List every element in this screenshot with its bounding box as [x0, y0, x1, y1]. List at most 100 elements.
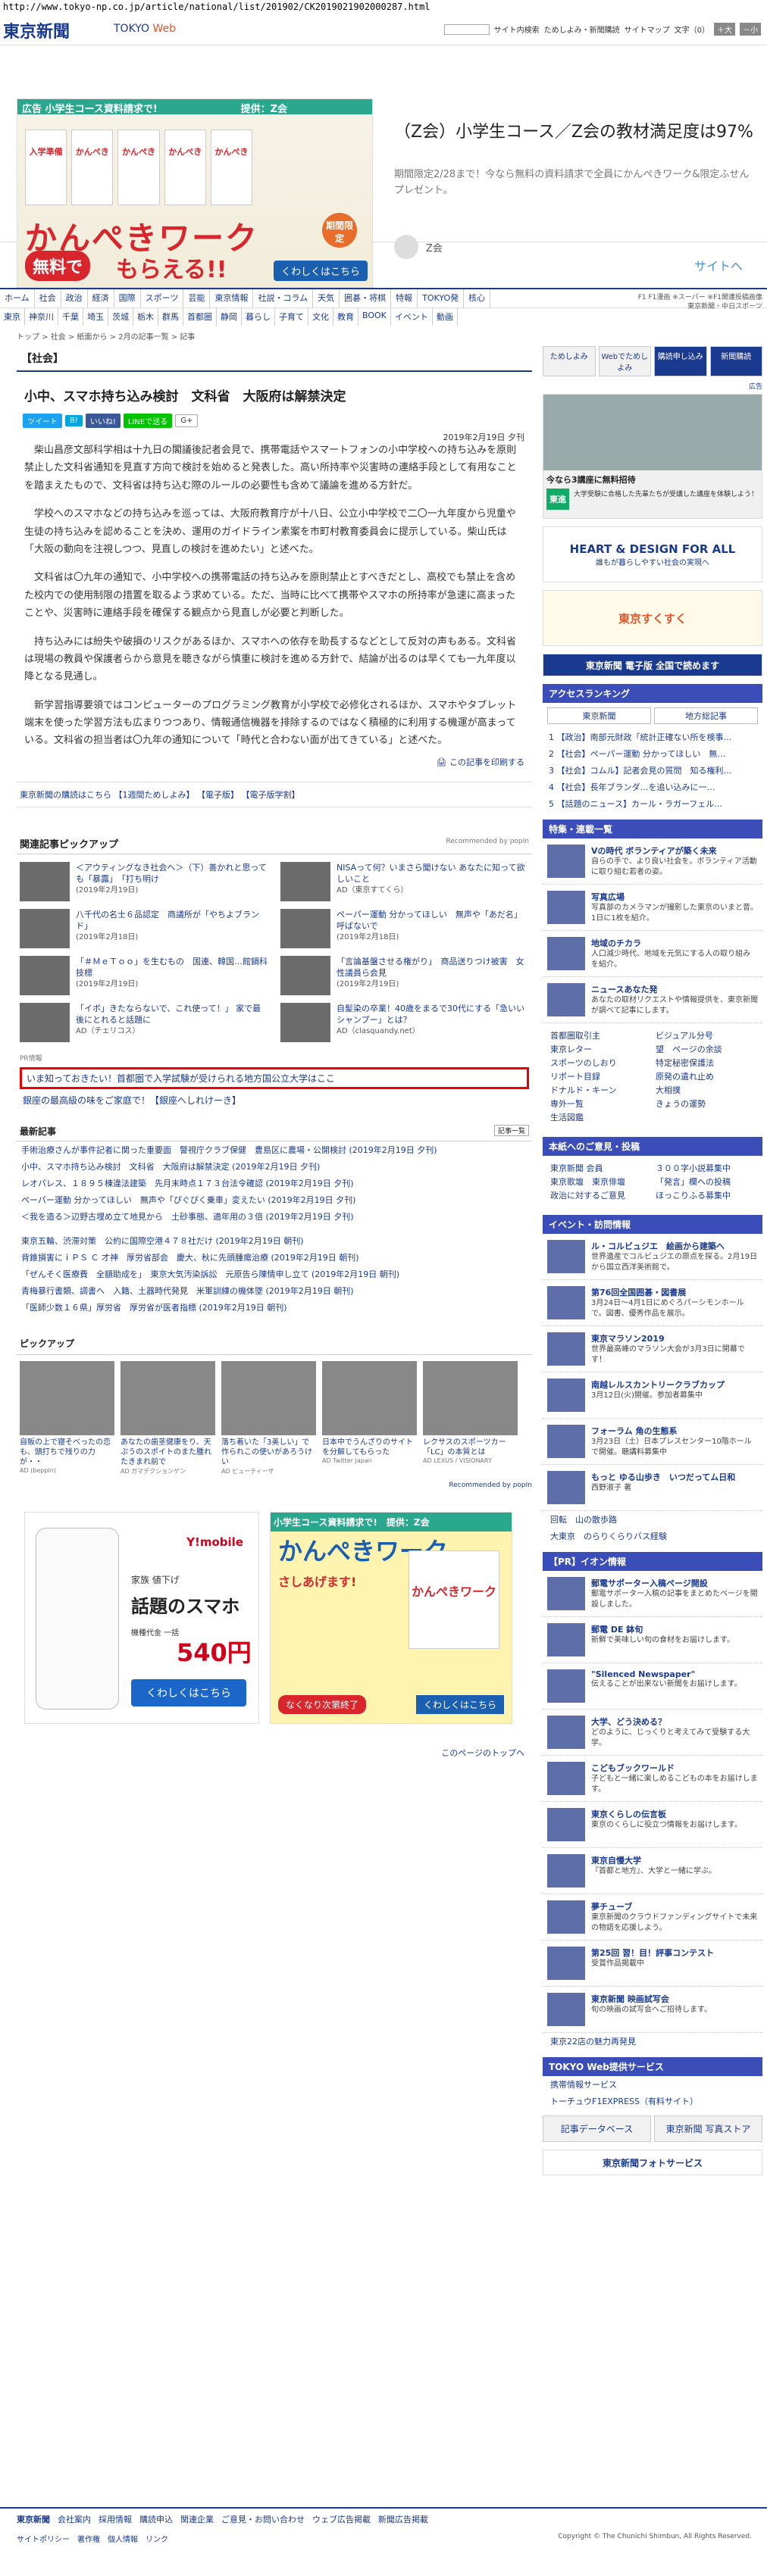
feature-item-thumb[interactable] [547, 937, 585, 970]
aeon-item-thumb[interactable] [547, 1900, 585, 1934]
nav-item[interactable]: イベント [391, 308, 433, 326]
aeon-item-title[interactable]: 大学、どう決める？ [591, 1716, 758, 1728]
nav-item[interactable]: 芸能 [183, 289, 211, 308]
nav-item[interactable]: 天気 [313, 289, 340, 308]
related-item[interactable]: ＜アウティングなき社会へ＞（下）善かれと思っても「暴露」 「打ち明け (2019年… [20, 861, 268, 901]
info-link[interactable]: 【電子版学割】 [242, 790, 300, 800]
web-trial-button[interactable]: Webでためしよみ [598, 346, 651, 376]
nav-item[interactable]: 暮らし [242, 308, 275, 326]
feature-item[interactable]: ニュースあなた発 あなたの取材リクエストや情報提供を、東京新聞が調べて記事にします… [543, 977, 762, 1023]
side-link[interactable]: スポーツのしおり [550, 1057, 650, 1069]
event-item-thumb[interactable] [547, 1286, 585, 1319]
side-link[interactable]: 特定秘密保護法 [656, 1057, 755, 1069]
related-item[interactable]: 「＃ＭｅＴｏｏ」を生むもの 国連、韓国…館鍋科技標 (2019年2月19日) [20, 955, 268, 995]
opinion-link[interactable]: 政治に対するご意見 [550, 1189, 650, 1201]
related-title[interactable]: 「＃ＭｅＴｏｏ」を生むもの 国連、韓国…館鍋科技標 [76, 957, 268, 978]
photo-store-banner[interactable]: 東京新聞 写真ストア [654, 2115, 762, 2142]
latest-item[interactable]: ＜我を造る＞辺野古埋め立て地見から 土砂事態、適年用の３倍 (2019年2月19… [17, 1208, 532, 1225]
zkai-ad-cta[interactable]: くわしくはこちら [415, 1694, 504, 1714]
photo-service-banner[interactable]: 東京新聞フォトサービス [543, 2150, 762, 2175]
pickup-photo[interactable] [20, 1360, 114, 1435]
aeon-item-thumb[interactable] [547, 1716, 585, 1749]
footer-link[interactable]: 関連企業 [180, 2513, 214, 2525]
event-item[interactable]: 南越レルスカントリークラブカップ 3月12日(火)開催。参加者募集中 [543, 1372, 762, 1419]
nav-item[interactable]: 経済 [88, 289, 114, 308]
pickup-card[interactable]: レクサスのスポーツカー「LC」の本質とは AD LEXUS / VISIONARY [423, 1360, 518, 1475]
footer-link[interactable]: ご意見・お問い合わせ [221, 2513, 305, 2525]
pickup-card[interactable]: あなたの歯茎健康をり、天ぷうのスポイトのまた腫れたきまれ前で AD ガマデクション… [121, 1360, 215, 1475]
aeon-item-thumb[interactable] [547, 1854, 585, 1888]
latest-more-button[interactable]: 記事一覧 [493, 1124, 529, 1136]
tokyo-web-link[interactable]: トーチュウF1EXPRESS（有料サイト） [543, 2093, 762, 2109]
nav-right-line[interactable]: F1 F1漫画 ※スーパー ※F1関連投稿画像 [638, 294, 762, 303]
event-item[interactable]: 第76回全国囲碁・図書展 3月24日〜4月1日にめぐろパーシモンホールで。図書、優… [543, 1280, 762, 1326]
event-item-thumb[interactable] [547, 1471, 585, 1504]
pickup-photo[interactable] [121, 1360, 215, 1435]
page-top-link[interactable]: このページのトップへ [17, 1739, 532, 1766]
related-item[interactable]: 八千代の名士６品認定 商議所が「やちよブランド」 (2019年2月18日) [20, 908, 268, 948]
ymobile-ad[interactable]: Y!mobile 家族 値下げ 話題のスマホ 機種代金 一括 540円 くわしく… [24, 1511, 259, 1724]
ad-site-link[interactable]: サイトへ [694, 256, 743, 274]
footer-logo[interactable]: 東京新聞 [17, 2513, 50, 2525]
pickup-rec[interactable]: Recommended by popIn [17, 1482, 532, 1489]
nav-item[interactable]: 東京情報 [210, 289, 254, 308]
nav-item[interactable]: 囲碁・将棋 [340, 289, 392, 308]
latest-item[interactable]: 背錐損害にｉＰＳ Ｃ 才神 厚労省部会 慶大、秋に先頭腫瘍治療 (2019年2月… [17, 1249, 532, 1266]
opinion-link[interactable]: 東京歌壇 東京俳壇 [550, 1176, 650, 1188]
aeon-item[interactable]: 大学、どう決める？ どのように、じっくりと考えてみて受験する大学。 [543, 1710, 762, 1756]
footer-sub-link[interactable]: リンク [146, 2536, 168, 2544]
related-item[interactable]: 自髪染の卒業！40歳をまるで30代にする「急いいシャンプー」とは？ AD（clas… [280, 1002, 529, 1042]
aeon-item-thumb[interactable] [547, 1623, 585, 1656]
aeon-item-thumb[interactable] [547, 1762, 585, 1795]
info-link[interactable]: 【1週間ためしよみ】 [114, 790, 195, 800]
info-link[interactable]: 【電子版】 [197, 790, 239, 800]
side-link[interactable]: 専外一覧 [550, 1098, 650, 1110]
ranking-item[interactable]: 3 【社会】コムル】記者会見の質問 知る権利… [543, 762, 762, 779]
heart-design-banner[interactable]: HEART & DESIGN FOR ALL 誰もが暮らしやすい社会の実現へ [543, 526, 762, 582]
related-title[interactable]: NISAって何？いまさら聞けない あなたに知って欲しいこと [337, 863, 525, 884]
nav-item[interactable]: TOKYO発 [418, 289, 465, 308]
event-item-thumb[interactable] [547, 1425, 585, 1458]
pickup-photo[interactable] [221, 1360, 316, 1435]
pr-link[interactable]: 銀座の最高級の味をご家庭で！【銀座へしれけーき】 [17, 1091, 532, 1110]
event-item[interactable]: フォーラム 角の生態系 3月23日（土）日本プレスセンター10階ホールで開催。聴講… [543, 1419, 762, 1465]
nav-item[interactable]: 静岡 [217, 308, 242, 326]
breadcrumb[interactable]: トップ > 社会 > 紙面から > 2月の記事一覧 > 記事 [0, 326, 767, 346]
tokyo-web-link[interactable]: 携帯情報サービス [543, 2076, 762, 2093]
pickup-card[interactable]: 落ち着いた「3美しい」で作られこの使いがあろうけい AD ビューティーザ [221, 1360, 316, 1475]
latest-item[interactable]: 手術治療さんが事件記者に関った重要面 警視庁クラブ保健 豊島区に農場・公開検討 … [17, 1141, 532, 1158]
side-link[interactable]: 東京レター [550, 1043, 650, 1055]
nav-item[interactable]: 動画 [433, 308, 458, 326]
event-item-title[interactable]: 第76回全国囲碁・図書展 [591, 1286, 758, 1298]
footer-sub-link[interactable]: サイトポリシー [17, 2536, 70, 2544]
zkai-ad[interactable]: 小学生コース資料請求で! 提供：Z会 かんぺきワーク さしあげます! かんぺきワ… [270, 1511, 512, 1724]
nav-item[interactable]: 社会 [35, 289, 61, 308]
opinion-link[interactable]: ほっこりふる募集中 [656, 1189, 755, 1201]
tab-tokyo[interactable]: 東京新聞 [547, 707, 651, 724]
footer-link[interactable]: 新聞広告掲載 [378, 2513, 428, 2525]
pr-highlight-link[interactable]: いま知っておきたい！首都圏で入学試験が受けられる地方国公立大学はここ [20, 1066, 529, 1089]
top-ad-image[interactable]: 広告 小学生コース資料請求で! 提供：Z会 入学準備 かんぺき かんぺき かんぺ… [17, 98, 373, 288]
event-item[interactable]: もっと ゆる山歩き いつだってム日和 西野淑子 著 [543, 1465, 762, 1511]
nav-item[interactable]: 国際 [114, 289, 141, 308]
related-title[interactable]: 「イボ」きたならないで、これ使って！」 家で最後にとれると話題に [76, 1004, 261, 1025]
event-item-thumb[interactable] [547, 1240, 585, 1273]
nav-item[interactable]: 政治 [61, 289, 88, 308]
related-item[interactable]: ペーパー運動 分かってほしい 無声や「あだ名」呼ばないで (2019年2月18日) [280, 908, 529, 948]
feature-item-thumb[interactable] [547, 845, 585, 878]
subscribe-link[interactable]: ためしよみ・新聞購読 [544, 23, 620, 35]
subscribe-button[interactable]: 購読申し込み [654, 346, 707, 376]
opinion-link[interactable]: 「発言」欄への投稿 [656, 1176, 755, 1188]
nav-item[interactable]: 群馬 [158, 308, 183, 326]
latest-item[interactable]: 「医師少数１６県」厚労省 厚労省が医者指標 (2019年2月19日 朝刊) [17, 1299, 532, 1316]
top-ad[interactable]: 広告 小学生コース資料請求で! 提供：Z会 入学準備 かんぺき かんぺき かんぺ… [0, 45, 767, 288]
aeon-item[interactable]: 郵電サポーター入稿ページ開設 郵電サポーター入稿の記事をまとめたページを開設しまし… [543, 1571, 762, 1617]
pickup-title[interactable]: 日本中でうんざりのサイトを分解してもらった [322, 1438, 417, 1457]
latest-item[interactable]: 「ぜんそく医療費 全額助成を」 東京大気汚染訴訟 元原告ら陳情申し立て (201… [17, 1266, 532, 1282]
article-db-banner[interactable]: 記事データベース [543, 2115, 651, 2142]
aeon-item[interactable]: 東京自慢大学 『首都と地方』、大学と一緒に学ぶ。 [543, 1848, 762, 1894]
feature-item-thumb[interactable] [547, 983, 585, 1016]
nav-item[interactable]: ホーム [0, 289, 35, 308]
pickup-title[interactable]: 自販の上で寝そべったの恋も、頭打ちで残りの力が・・ [20, 1438, 114, 1467]
sitemap-link[interactable]: サイトマップ [625, 23, 670, 35]
